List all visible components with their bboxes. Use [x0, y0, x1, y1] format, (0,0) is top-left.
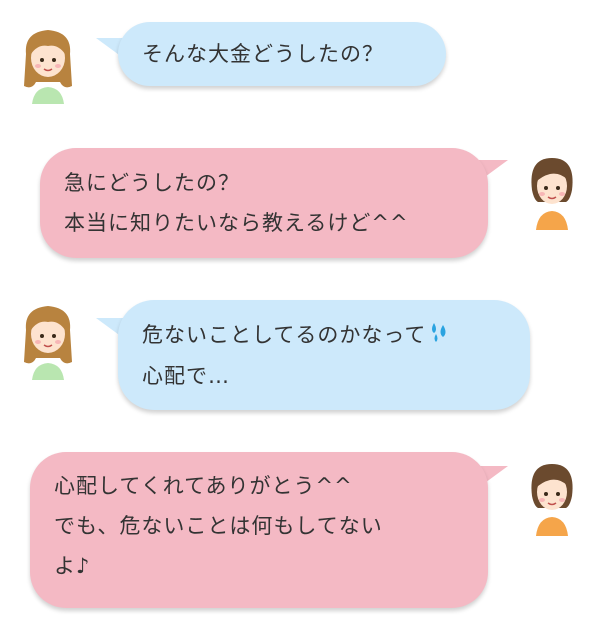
message-text: 危ないことしてるのかなって — [142, 315, 506, 356]
message-text: 心配してくれてありがとう^^ — [54, 474, 353, 498]
message-text: 本当に知りたいなら教えるけど^^ — [64, 211, 409, 235]
message-bubble-1: そんな大金どうしたの？ — [118, 22, 446, 86]
message-bubble-4: 心配してくれてありがとう^^ でも、危ないことは何もしてない よ♪ — [30, 452, 488, 608]
message-bubble-3: 危ないことしてるのかなって 心配で… — [118, 300, 530, 410]
chat-conversation: そんな大金どうしたの？ 急にどうしたの？ 本当に知りたいなら教えるけど^^ 危な… — [0, 0, 600, 633]
woman-short-hair-avatar — [522, 456, 582, 536]
message-text: そんな大金どうしたの？ — [142, 42, 384, 66]
message-text: でも、危ないことは何もしてない — [54, 514, 383, 538]
message-text: よ♪ — [54, 554, 91, 578]
woman-short-hair-avatar — [522, 150, 582, 230]
girl-long-hair-avatar — [18, 24, 78, 104]
message-text: 急にどうしたの？ — [64, 171, 240, 195]
girl-long-hair-avatar — [18, 300, 78, 380]
sweat-drops-icon — [428, 316, 452, 356]
message-bubble-2: 急にどうしたの？ 本当に知りたいなら教えるけど^^ — [40, 148, 488, 258]
message-text: 心配で… — [142, 364, 230, 388]
